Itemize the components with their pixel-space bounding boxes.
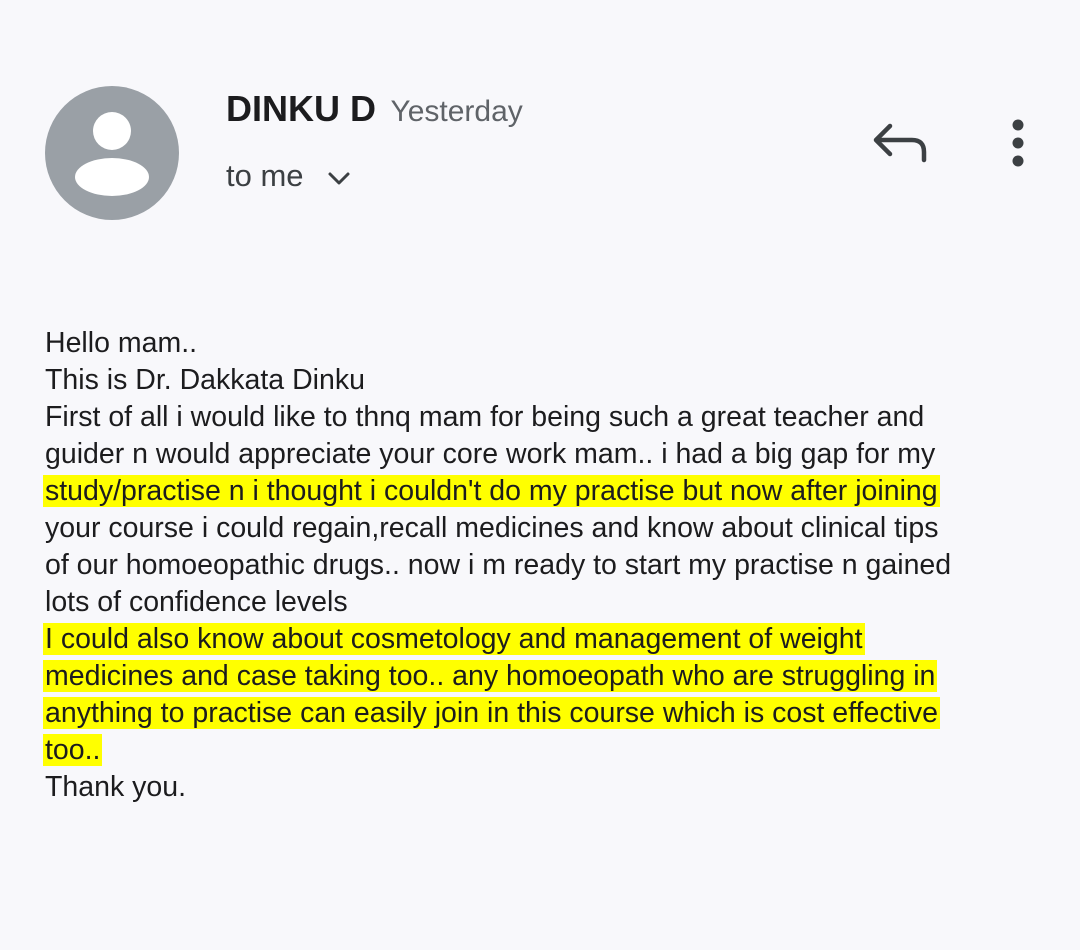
message-line: Thank you. [45, 769, 1055, 806]
highlighted-text: medicines and case taking too.. any homo… [43, 660, 938, 692]
highlighted-text: I could also know about cosmetology and … [43, 623, 865, 655]
message-line-text: lots of confidence levels [45, 586, 348, 618]
highlighted-text: too.. [43, 734, 103, 766]
message-line-text: This is Dr. Dakkata Dinku [45, 364, 365, 396]
message-line: lots of confidence levels [45, 584, 1055, 621]
sender-avatar[interactable] [45, 86, 179, 220]
message-line: guider n would appreciate your core work… [45, 436, 1055, 473]
sender-name: DINKU D [226, 88, 376, 129]
message-line-text: Thank you. [45, 771, 186, 803]
message-line-text: of our homoeopathic drugs.. now i m read… [45, 549, 952, 581]
message-time: Yesterday [390, 95, 523, 128]
more-vert-icon[interactable] [1004, 118, 1032, 168]
chevron-down-icon[interactable] [326, 169, 352, 192]
message-body: Hello mam.. This is Dr. Dakkata Dinku Fi… [43, 325, 1055, 806]
highlighted-text: anything to practise can easily join in … [43, 697, 940, 729]
message-line-text: your course i could regain,recall medici… [45, 512, 939, 544]
reply-icon[interactable] [868, 118, 932, 168]
message-line: I could also know about cosmetology and … [43, 621, 1055, 658]
message-line: your course i could regain,recall medici… [45, 510, 1055, 547]
message-line-text: guider n would appreciate your core work… [45, 438, 936, 470]
highlighted-text: study/practise n i thought i couldn't do… [43, 475, 940, 507]
message-line-text: Hello mam.. [45, 327, 198, 359]
message-line: anything to practise can easily join in … [43, 695, 1055, 732]
recipient-details-toggle[interactable]: to me [226, 158, 352, 194]
message-line: medicines and case taking too.. any homo… [43, 658, 1055, 695]
sender-row: DINKU D Yesterday [226, 88, 523, 130]
message-line: study/practise n i thought i couldn't do… [43, 473, 1055, 510]
message-line: of our homoeopathic drugs.. now i m read… [45, 547, 1055, 584]
message-line-text: First of all i would like to thnq mam fo… [45, 401, 925, 433]
avatar-head-shape [93, 112, 131, 150]
recipient-label: to me [226, 158, 304, 193]
message-line: too.. [43, 732, 1055, 769]
message-line: This is Dr. Dakkata Dinku [45, 362, 1055, 399]
avatar-body-shape [75, 158, 149, 196]
message-line: Hello mam.. [45, 325, 1055, 362]
message-line: First of all i would like to thnq mam fo… [45, 399, 1055, 436]
